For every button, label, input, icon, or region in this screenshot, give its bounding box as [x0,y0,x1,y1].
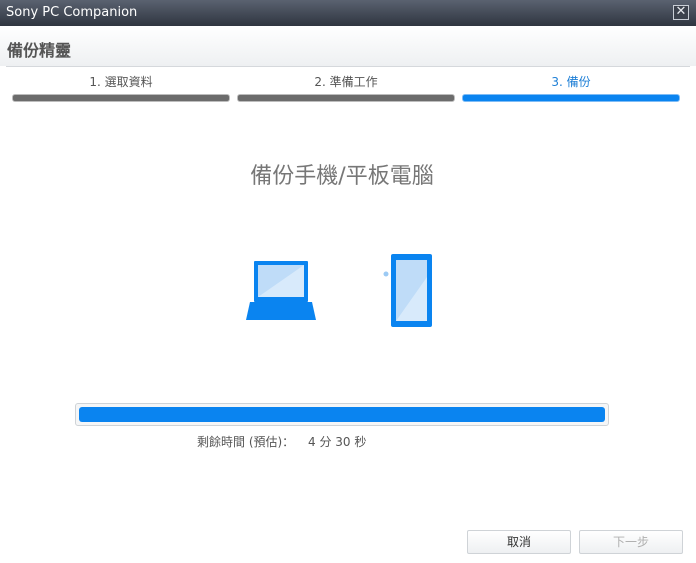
laptop-icon [246,261,316,320]
remaining-time-label: 剩餘時間 (預估)： [197,435,295,449]
step-bar [12,94,230,102]
close-icon: ✕ [675,4,687,19]
step-prepare: 2. 準備工作 [237,74,455,106]
step-label: 3. 備份 [551,75,591,89]
next-button[interactable]: 下一步 [579,530,683,554]
remaining-time-value: 4 分 30 秒 [308,435,367,449]
main-heading: 備份手機/平板電腦 [250,164,434,189]
step-label: 1. 選取資料 [89,75,153,89]
backup-wizard-window: Sony PC Companion ✕ 備份精靈 1. 選取資料 2. 準備工作… [0,0,696,563]
window-title: Sony PC Companion [6,5,138,20]
remaining-time: 剩餘時間 (預估)： 4 分 30 秒 [197,433,366,450]
step-backup: 3. 備份 [462,74,680,106]
step-bar [462,94,680,102]
step-bar [237,94,455,102]
wizard-title: 備份精靈 [7,41,72,60]
step-select-data: 1. 選取資料 [12,74,230,106]
tablet-icon [383,254,432,327]
title-bar: Sony PC Companion ✕ [0,0,696,26]
close-button[interactable]: ✕ [673,5,689,20]
backup-progress-bar [75,403,609,426]
progress-fill [79,407,605,422]
step-label: 2. 準備工作 [314,75,378,89]
wizard-header: 備份精靈 [0,26,696,66]
cancel-button[interactable]: 取消 [467,530,571,554]
header-divider [6,66,690,67]
